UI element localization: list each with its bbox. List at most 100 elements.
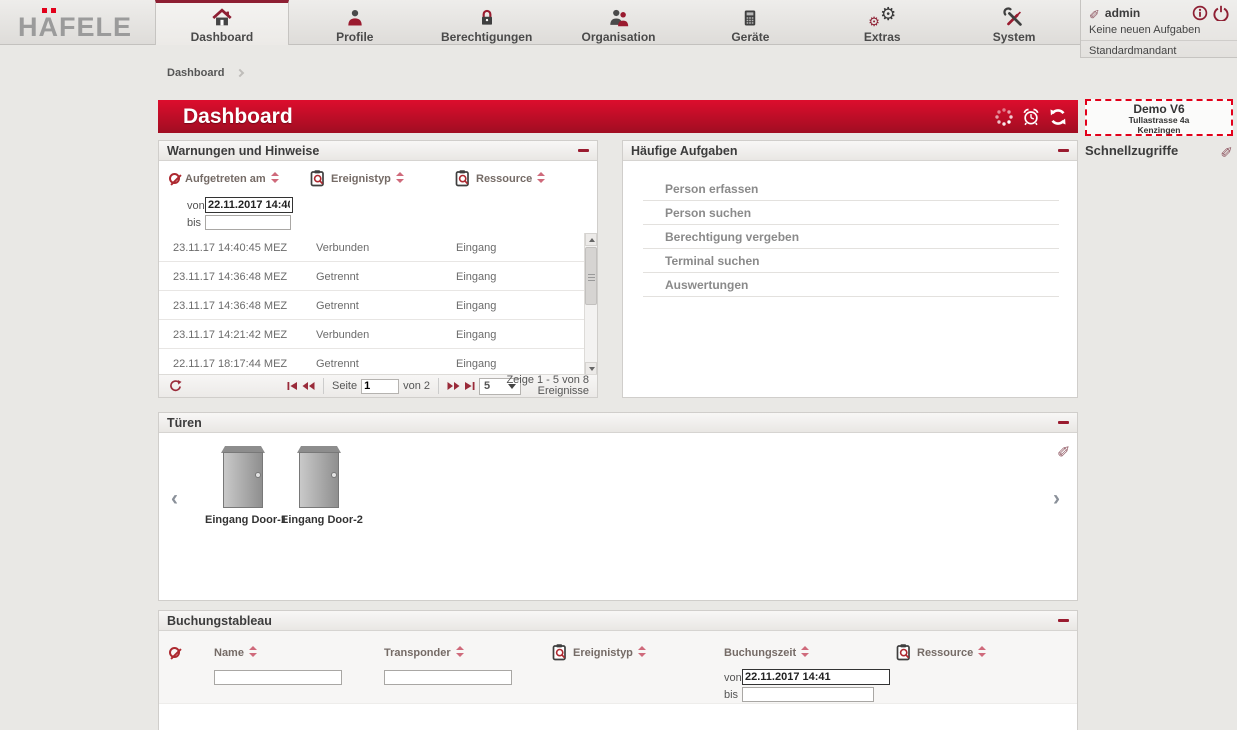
sort-icon[interactable]	[537, 172, 545, 183]
column-transponder[interactable]: Transponder	[384, 646, 464, 659]
column-event-type[interactable]: Ereignistyp	[331, 172, 404, 185]
next-page-icon[interactable]	[447, 381, 460, 391]
scroll-thumb[interactable]	[585, 247, 597, 305]
tab-geraete[interactable]: Geräte	[684, 0, 816, 45]
clear-filter-icon[interactable]	[169, 173, 180, 184]
warnings-von-input[interactable]	[205, 197, 293, 213]
frequent-tasks-panel: Häufige Aufgaben Person erfassen Person …	[622, 140, 1078, 398]
tasks-status[interactable]: Keine neuen Aufgaben	[1081, 23, 1237, 41]
sort-icon[interactable]	[638, 646, 646, 657]
logout-power-icon[interactable]	[1213, 5, 1229, 21]
refresh-icon[interactable]	[1048, 107, 1068, 127]
edit-doors-icon[interactable]: ✎	[1057, 441, 1070, 457]
brand-logo: HAFELE	[18, 12, 132, 43]
bookings-name-input[interactable]	[214, 670, 342, 685]
door-tile[interactable]: Eingang Door-1	[205, 446, 281, 526]
last-page-icon[interactable]	[464, 381, 475, 391]
breadcrumb-item[interactable]: Dashboard	[167, 67, 224, 79]
edit-quick-access-icon[interactable]: ✎	[1220, 143, 1233, 158]
reload-icon[interactable]	[169, 379, 182, 393]
sort-icon[interactable]	[396, 172, 404, 183]
sort-icon[interactable]	[456, 646, 464, 657]
event-type-icon	[309, 169, 326, 187]
tab-profile[interactable]: Profile	[289, 0, 421, 45]
tab-dashboard[interactable]: Dashboard	[155, 0, 289, 45]
bookings-bis-input[interactable]	[742, 687, 874, 702]
resource-icon	[895, 643, 912, 661]
prev-page-icon[interactable]	[302, 381, 315, 391]
minimize-icon[interactable]	[1058, 149, 1069, 152]
tab-label: Profile	[336, 30, 373, 44]
mandant-label[interactable]: Standardmandant	[1081, 41, 1237, 61]
task-link-berechtigung-vergeben[interactable]: Berechtigung vergeben	[643, 225, 1059, 249]
tab-organisation[interactable]: Organisation	[553, 0, 685, 45]
page-of-label: von 2	[403, 380, 430, 392]
door-tile[interactable]: Eingang Door-2	[281, 446, 357, 526]
pager: Seite von 2 5 Zeige 1 - 5 von 8 Ereignis…	[159, 374, 597, 397]
frequent-tasks-title: Häufige Aufgaben	[631, 144, 737, 158]
frequent-tasks-header: Häufige Aufgaben	[623, 141, 1077, 161]
doors-panel: Türen ✎ ‹ › Eingang Door-1 Eingang Door-…	[158, 412, 1078, 601]
carousel-right-icon[interactable]: ›	[1053, 489, 1060, 509]
info-icon[interactable]	[1192, 5, 1208, 21]
task-link-auswertungen[interactable]: Auswertungen	[643, 273, 1059, 297]
bis-label: bis	[187, 217, 201, 229]
sort-icon[interactable]	[801, 646, 809, 657]
column-resource[interactable]: Ressource	[917, 646, 986, 659]
home-icon	[211, 7, 233, 29]
doors-panel-header: Türen	[159, 413, 1077, 433]
event-type-icon	[551, 643, 568, 661]
main-nav: Dashboard Profile Berechtigungen Organis…	[155, 0, 1080, 45]
people-icon	[607, 7, 631, 29]
task-link-person-erfassen[interactable]: Person erfassen	[643, 177, 1059, 201]
spinner-icon[interactable]	[994, 107, 1014, 127]
task-link-person-suchen[interactable]: Person suchen	[643, 201, 1059, 225]
scroll-up-icon[interactable]	[585, 233, 597, 246]
tab-extras[interactable]: ⚙⚙ Extras	[816, 0, 948, 45]
warnings-panel: Warnungen und Hinweise Aufgetreten am Er…	[158, 140, 598, 398]
quick-access-header: Schnellzugriffe ✎	[1085, 140, 1233, 160]
seite-label: Seite	[332, 380, 357, 392]
door-label: Eingang Door-1	[205, 514, 281, 526]
sort-icon[interactable]	[978, 646, 986, 657]
minimize-icon[interactable]	[578, 149, 589, 152]
bookings-transponder-input[interactable]	[384, 670, 512, 685]
edit-user-icon[interactable]: ✎	[1089, 7, 1100, 20]
tab-system[interactable]: System	[948, 0, 1080, 45]
vertical-scrollbar[interactable]	[584, 233, 597, 375]
table-row[interactable]: 23.11.17 14:36:48 MEZGetrenntEingang	[159, 262, 587, 291]
tab-berechtigungen[interactable]: Berechtigungen	[421, 0, 553, 45]
umlaut-dots-icon	[42, 8, 47, 13]
minimize-icon[interactable]	[1058, 421, 1069, 424]
door-knob-icon	[331, 472, 337, 478]
quick-access-title: Schnellzugriffe	[1085, 143, 1178, 158]
carousel-left-icon[interactable]: ‹	[171, 489, 178, 509]
bookings-panel: Buchungstableau Name Transponder Ereigni…	[158, 610, 1078, 730]
logo-part: H	[18, 12, 39, 42]
warnings-bis-input[interactable]	[205, 215, 291, 230]
clear-filter-icon[interactable]	[169, 647, 180, 658]
table-row[interactable]: 23.11.17 14:21:42 MEZVerbundenEingang	[159, 320, 587, 349]
table-row[interactable]: 23.11.17 14:40:45 MEZVerbundenEingang	[159, 233, 587, 262]
resource-icon	[454, 169, 471, 187]
minimize-icon[interactable]	[1058, 619, 1069, 622]
page-title: Dashboard	[158, 105, 293, 129]
alarm-clock-icon[interactable]	[1021, 107, 1041, 127]
bookings-von-input[interactable]	[742, 669, 890, 685]
column-event-type[interactable]: Ereignistyp	[573, 646, 646, 659]
logo-a-umlaut: A	[39, 12, 60, 43]
page-number-input[interactable]	[361, 379, 399, 394]
door-image	[297, 446, 341, 508]
von-label: von	[724, 672, 742, 684]
task-link-terminal-suchen[interactable]: Terminal suchen	[643, 249, 1059, 273]
user-box: ✎ admin Keine neuen Aufgaben Standardman…	[1080, 0, 1237, 58]
column-booking-time[interactable]: Buchungszeit	[724, 646, 809, 659]
bookings-filter-area: Name Transponder Ereignistyp Buchungszei…	[159, 631, 1077, 704]
table-row[interactable]: 23.11.17 14:36:48 MEZGetrenntEingang	[159, 291, 587, 320]
first-page-icon[interactable]	[287, 381, 298, 391]
sort-icon[interactable]	[249, 646, 257, 657]
column-name[interactable]: Name	[214, 646, 257, 659]
column-resource[interactable]: Ressource	[476, 172, 545, 185]
sort-icon[interactable]	[271, 172, 279, 183]
column-occurred[interactable]: Aufgetreten am	[185, 172, 279, 185]
